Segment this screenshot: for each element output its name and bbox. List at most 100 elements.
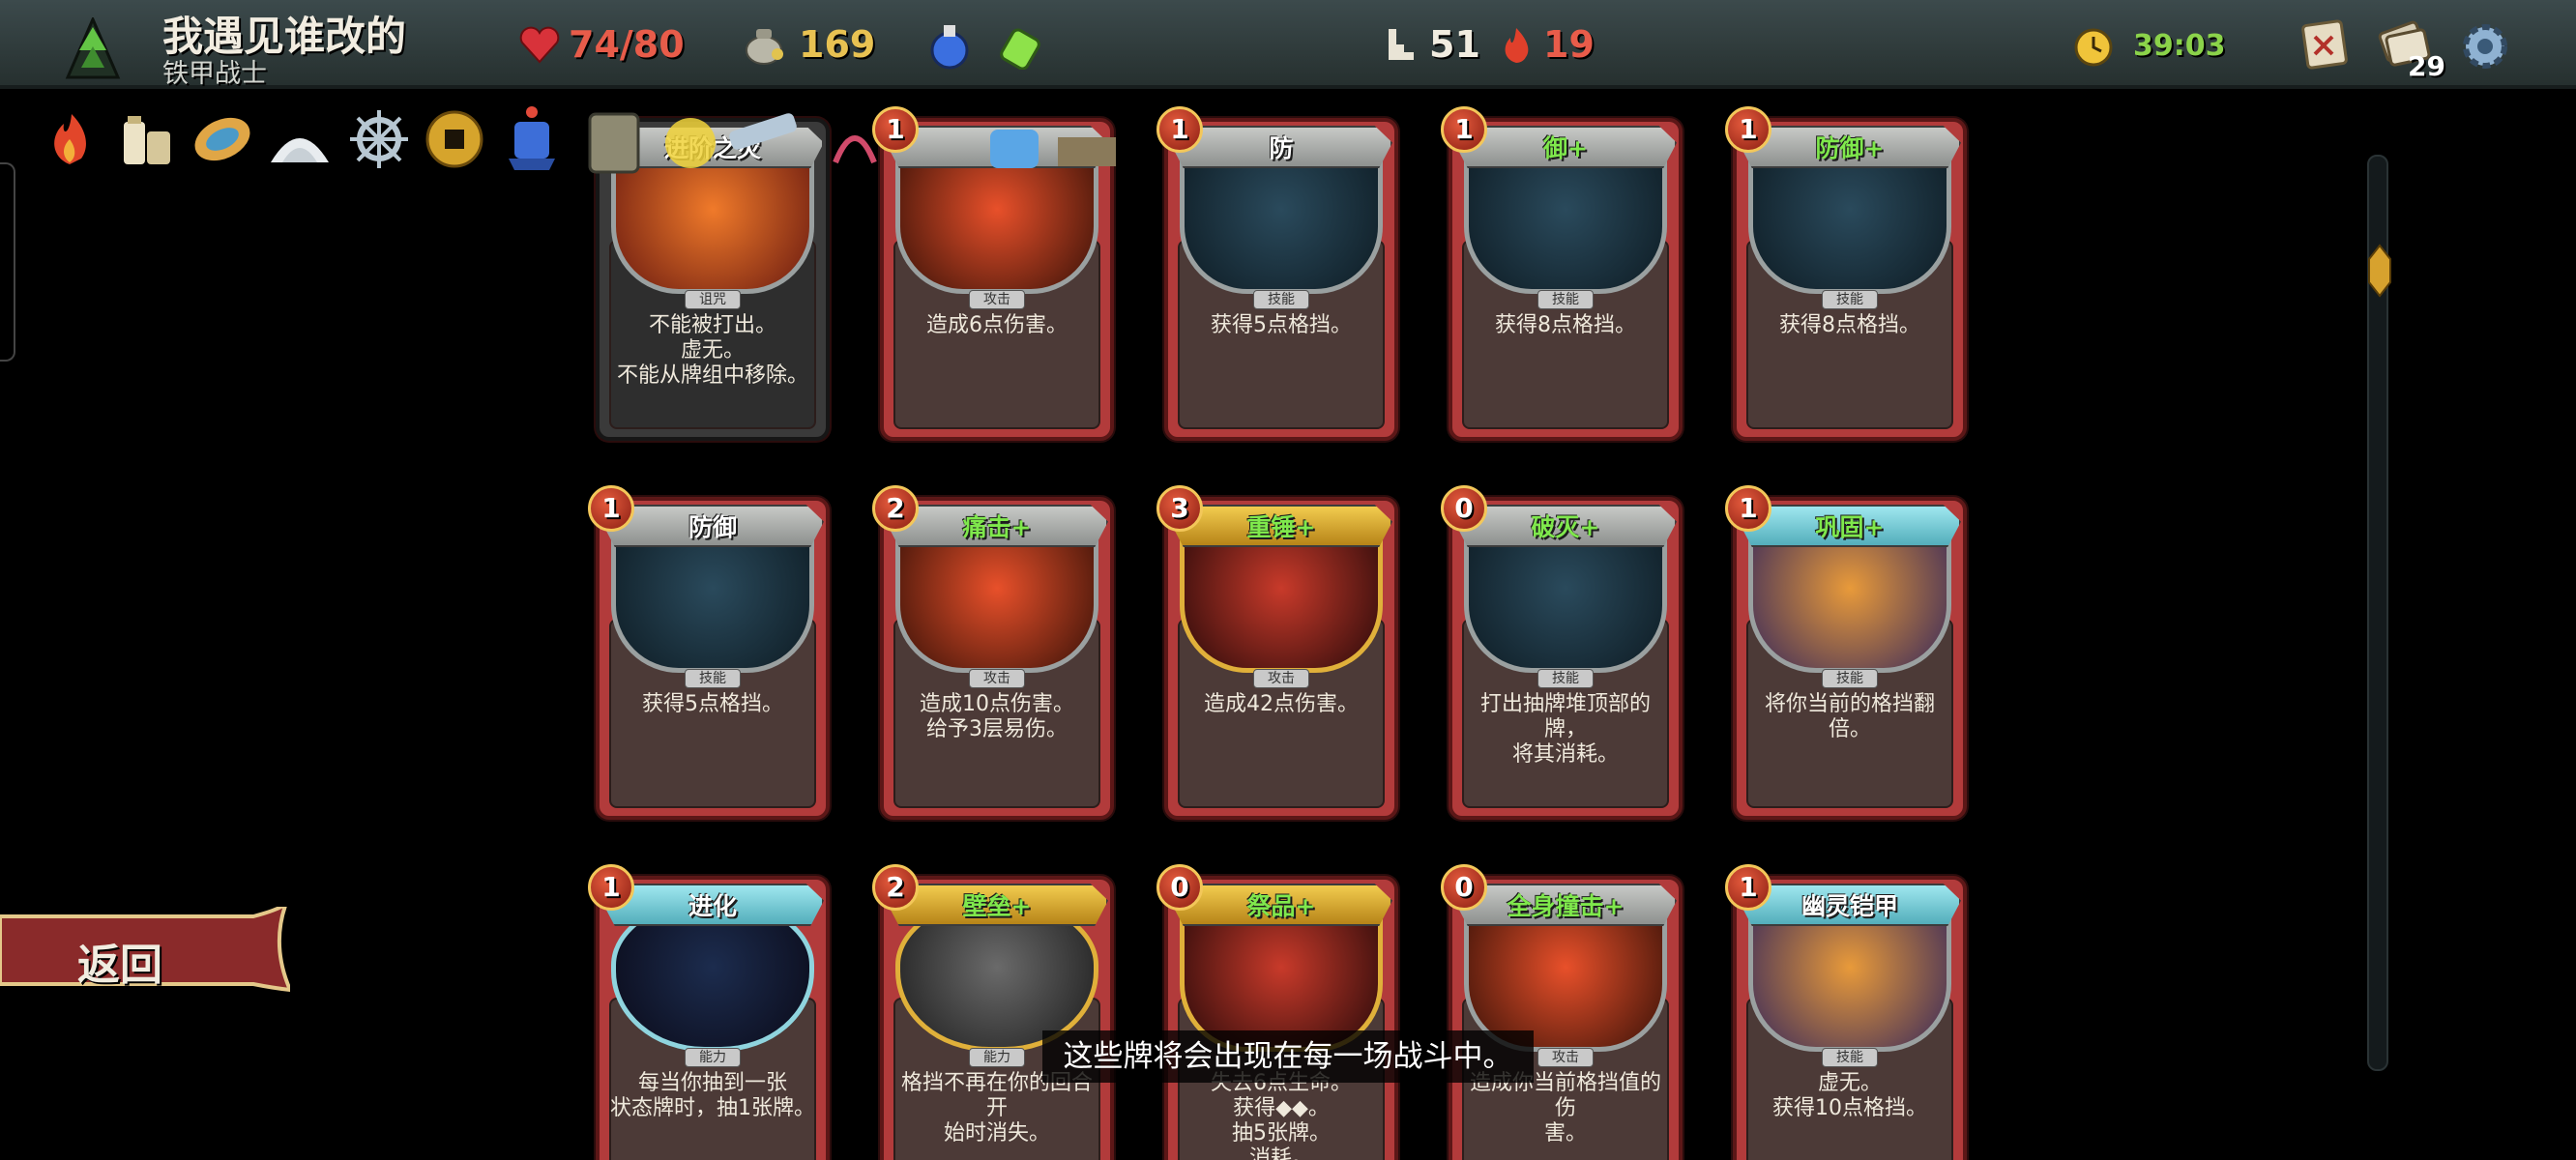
- blue-lantern-relic[interactable]: [499, 101, 565, 174]
- card-text: 造成6点伤害。: [893, 313, 1100, 338]
- card-text-line: 抽5张牌。: [1232, 1121, 1331, 1146]
- timer-display: 39:03: [2071, 23, 2226, 68]
- stairs-icon: [1389, 29, 1414, 60]
- card-text-line: 消耗。: [1248, 1146, 1313, 1160]
- card-cost: 2: [872, 864, 919, 911]
- card[interactable]: 壁垒+ 能力 2 格挡不再在你的回合开 始时消失。: [872, 862, 1118, 1160]
- scrollbar-thumb[interactable]: [2367, 244, 2392, 298]
- card-cost: 1: [1725, 485, 1771, 532]
- card-type: 技能: [1537, 669, 1594, 688]
- card[interactable]: 防御 技能 1 获得5点格挡。: [588, 483, 834, 822]
- card-title: 破灭+: [1531, 513, 1600, 541]
- card-text-line: 获得10点格挡。: [1772, 1096, 1927, 1120]
- ship-wheel-relic[interactable]: [346, 106, 412, 172]
- deck-count: 29: [2408, 50, 2445, 82]
- card-type: 诅咒: [685, 290, 741, 309]
- card-title: 进化: [688, 892, 737, 920]
- gold-display[interactable]: 169: [741, 23, 875, 66]
- card-text-line: 害。: [1543, 1121, 1587, 1146]
- card-cost: 1: [588, 485, 634, 532]
- card-text-line: 获得◆◆。: [1233, 1096, 1330, 1120]
- card[interactable]: 幽灵铠甲 技能 1 虚无。 获得10点格挡。: [1725, 862, 1971, 1160]
- card-type: 技能: [1822, 1048, 1878, 1067]
- card[interactable]: 重锤+ 攻击 3 造成42点伤害。: [1156, 483, 1402, 822]
- card[interactable]: 痛击+ 攻击 2 造成10点伤害。 给予3层易伤。: [872, 483, 1118, 822]
- card-title: 防御+: [1815, 134, 1885, 162]
- card[interactable]: 巩固+ 技能 1 将你当前的格挡翻倍。: [1725, 483, 1971, 822]
- heart-icon: [519, 26, 560, 64]
- top-bar: 我遇见谁改的 铁甲战士 74/80 169 51 19 39:03 29: [0, 0, 2576, 89]
- card-title: 御+: [1543, 134, 1588, 162]
- card-title: 重锤+: [1246, 513, 1316, 541]
- floor-display: 51: [1385, 23, 1480, 66]
- card-title: 巩固+: [1815, 513, 1885, 541]
- card[interactable]: 全身撞击+ 攻击 0 造成你当前格挡值的伤 害。: [1441, 862, 1686, 1160]
- tubes-relic[interactable]: [114, 106, 180, 172]
- card-title: 防: [1269, 134, 1294, 162]
- card-type: 攻击: [1253, 669, 1309, 688]
- card-text: 不能被打出。 虚无。 不能从牌组中移除。: [609, 313, 816, 389]
- card-type: 技能: [685, 669, 741, 688]
- card-type: 攻击: [969, 290, 1025, 309]
- card-text: 获得8点格挡。: [1462, 313, 1669, 338]
- green-potion-icon[interactable]: [996, 21, 1044, 70]
- card-text-line: 每当你抽到一张: [637, 1071, 787, 1095]
- card-text-line: 给予3层易伤。: [926, 717, 1068, 741]
- card-cost: 1: [1725, 864, 1771, 911]
- card-text-line: 造成10点伤害。: [920, 692, 1074, 716]
- card[interactable]: 进化 能力 1 每当你抽到一张 状态牌时，抽1张牌。: [588, 862, 834, 1160]
- card-type: 能力: [685, 1048, 741, 1067]
- card-type: 能力: [969, 1048, 1025, 1067]
- card[interactable]: 防技能 1 获得5点格挡。: [1156, 104, 1402, 443]
- salt-pile-relic[interactable]: [267, 106, 333, 172]
- card-title: 祭品+: [1246, 892, 1316, 920]
- card-title: 壁垒+: [962, 892, 1032, 920]
- hp-value: 74/80: [569, 23, 685, 66]
- clock-icon: [2074, 28, 2113, 67]
- side-tab[interactable]: [0, 162, 15, 362]
- card-text-line: 获得8点格挡。: [1495, 313, 1636, 337]
- card-cost: 0: [1441, 864, 1487, 911]
- card[interactable]: 破灭+ 技能 0 打出抽牌堆顶部的牌， 将其消耗。: [1441, 483, 1686, 822]
- card-type: 技能: [1253, 290, 1309, 309]
- card-cost: 3: [1156, 485, 1203, 532]
- settings-icon[interactable]: [2458, 19, 2512, 73]
- blue-potion-icon[interactable]: [924, 21, 975, 72]
- card-text-line: 虚无。: [1817, 1071, 1882, 1095]
- card-text: 打出抽牌堆顶部的牌， 将其消耗。: [1462, 692, 1669, 768]
- burning-blood-relic[interactable]: [37, 106, 102, 172]
- card-text-line: 将你当前的格挡翻倍。: [1764, 692, 1935, 741]
- deck-tooltip: 这些牌将会出现在每一场战斗中。: [1042, 1030, 1534, 1083]
- card[interactable]: 祭品+ 0 失去6点生命。 获得◆◆。 抽5张牌。 消耗。: [1156, 862, 1402, 1160]
- ascension-display: 19: [1499, 23, 1595, 66]
- gold-bag-icon: [746, 29, 783, 65]
- card[interactable]: 御+ 技能 1 获得8点格挡。: [1441, 104, 1686, 443]
- card-text: 失去6点生命。 获得◆◆。 抽5张牌。 消耗。: [1178, 1071, 1385, 1160]
- card-text-line: 不能被打出。: [648, 313, 776, 337]
- card-text-line: 虚无。: [680, 338, 745, 362]
- floating-relics: [588, 112, 1116, 174]
- card-text: 虚无。 获得10点格挡。: [1746, 1071, 1953, 1121]
- card-type: 技能: [1822, 290, 1878, 309]
- card[interactable]: 防御+ 技能 1 获得8点格挡。: [1725, 104, 1971, 443]
- card-text: 造成10点伤害。 给予3层易伤。: [893, 692, 1100, 742]
- leaf-relic[interactable]: [190, 106, 255, 172]
- card-text-line: 获得8点格挡。: [1779, 313, 1920, 337]
- hp-display[interactable]: 74/80: [518, 23, 685, 66]
- card-text-line: 打出抽牌堆顶部的牌，: [1479, 692, 1651, 741]
- card-cost: 2: [872, 485, 919, 532]
- floor-value: 51: [1429, 23, 1480, 66]
- card-cost: 0: [1441, 485, 1487, 532]
- gold-value: 169: [799, 23, 876, 66]
- back-button-label[interactable]: 返回: [77, 930, 162, 992]
- coin-relic[interactable]: [422, 106, 487, 172]
- map-icon[interactable]: [2298, 15, 2354, 72]
- timer-value: 39:03: [2133, 28, 2226, 63]
- card-text: 造成42点伤害。: [1178, 692, 1385, 717]
- card-library-screen: { "player": {"name": "我遇见谁改的", "class": …: [0, 0, 2576, 1160]
- card-type: 攻击: [969, 669, 1025, 688]
- card-text-line: 始时消失。: [943, 1121, 1050, 1146]
- card-type: 攻击: [1537, 1048, 1594, 1067]
- card-title: 防御: [688, 513, 737, 541]
- flame-icon: [1505, 28, 1529, 63]
